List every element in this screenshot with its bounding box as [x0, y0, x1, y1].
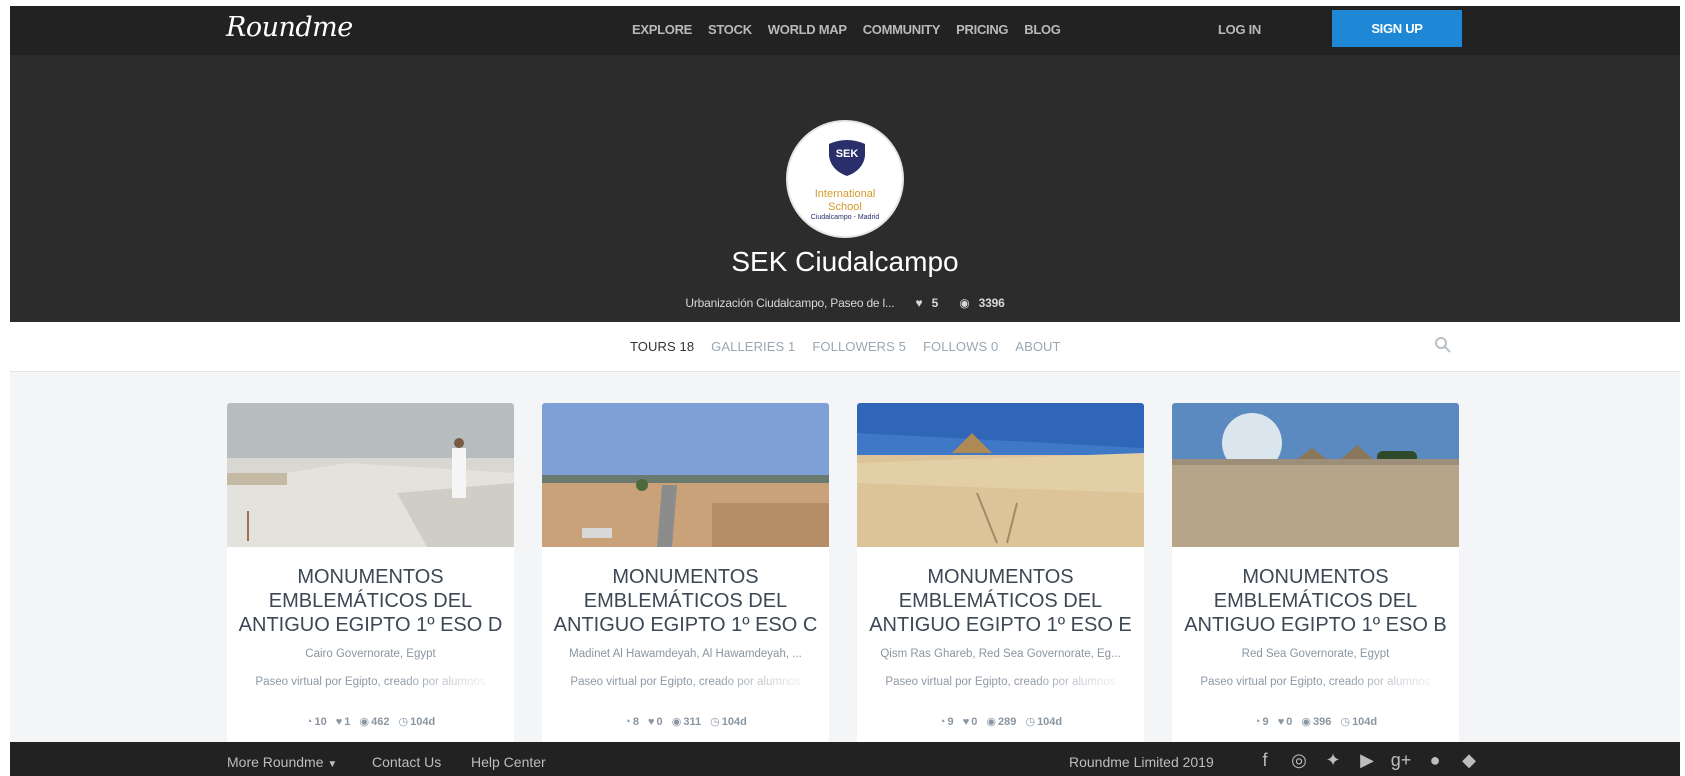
tour-thumbnail[interactable]: [1172, 403, 1459, 547]
tour-stats: ◔ 10 ♥ 1 ◉ 462 ◷ 104d: [305, 716, 436, 728]
caret-down-icon: ▼: [327, 759, 338, 770]
profile-tabs-bar: TOURS 18 GALLERIES 1 FOLLOWERS 5 FOLLOWS…: [10, 322, 1680, 372]
heart-icon: ♥: [915, 296, 923, 310]
nav-world-map[interactable]: WORLD MAP: [768, 22, 847, 37]
profile-meta: Urbanización Ciudalcampo, Paseo de l... …: [10, 296, 1680, 310]
tab-followers[interactable]: FOLLOWERS 5: [812, 339, 906, 354]
tour-location: Madinet Al Hawamdeyah, Al Hawamdeyah, ..…: [569, 648, 802, 660]
eye-icon: ◉: [1301, 716, 1312, 728]
tour-thumbnail[interactable]: [227, 403, 514, 547]
eye-icon: ◉: [959, 296, 970, 310]
tab-follows[interactable]: FOLLOWS 0: [923, 339, 998, 354]
tour-title[interactable]: MONUMENTOS EMBLEMÁTICOS DEL ANTIGUO EGIP…: [235, 565, 506, 637]
eye-icon: ◉: [359, 716, 370, 728]
main-nav: EXPLORE STOCK WORLD MAP COMMUNITY PRICIN…: [632, 22, 1061, 37]
android-icon[interactable]: ◆: [1458, 750, 1480, 771]
nav-stock[interactable]: STOCK: [708, 22, 752, 37]
profile-likes: ♥ 5: [915, 296, 939, 310]
more-roundme-dropdown[interactable]: More Roundme ▼: [227, 754, 337, 770]
tour-title[interactable]: MONUMENTOS EMBLEMÁTICOS DEL ANTIGUO EGIP…: [865, 565, 1136, 637]
tour-thumbnail[interactable]: [542, 403, 829, 547]
tour-card[interactable]: MONUMENTOS EMBLEMÁTICOS DEL ANTIGUO EGIP…: [857, 403, 1144, 763]
profile-avatar: SEK International School Ciudalcampo - Ma…: [786, 120, 904, 238]
tour-title[interactable]: MONUMENTOS EMBLEMÁTICOS DEL ANTIGUO EGIP…: [1180, 565, 1451, 637]
profile-views: ◉ 3396: [959, 296, 1005, 310]
tab-about[interactable]: ABOUT: [1015, 339, 1060, 354]
school-crest-icon: SEK: [829, 140, 865, 176]
panorama-icon: ◔: [1253, 716, 1261, 728]
tour-card[interactable]: MONUMENTOS EMBLEMÁTICOS DEL ANTIGUO EGIP…: [1172, 403, 1459, 763]
tab-galleries[interactable]: GALLERIES 1: [711, 339, 795, 354]
heart-icon: ♥: [962, 716, 970, 728]
nav-blog[interactable]: BLOG: [1024, 22, 1061, 37]
panorama-icon: ◔: [305, 716, 313, 728]
heart-icon: ♥: [648, 716, 655, 728]
nav-explore[interactable]: EXPLORE: [632, 22, 692, 37]
instagram-icon[interactable]: ◎: [1288, 750, 1310, 771]
tour-description: Paseo virtual por Egipto, creado por alu…: [550, 676, 821, 688]
tour-card[interactable]: MONUMENTOS EMBLEMÁTICOS DEL ANTIGUO EGIP…: [227, 403, 514, 763]
copyright-text: Roundme Limited 2019: [1069, 754, 1214, 770]
login-link[interactable]: LOG IN: [1218, 22, 1261, 37]
tour-description: Paseo virtual por Egipto, creado por alu…: [235, 676, 506, 688]
tour-location: Cairo Governorate, Egypt: [305, 648, 436, 660]
eye-icon: ◉: [671, 716, 682, 728]
nav-pricing[interactable]: PRICING: [956, 22, 1008, 37]
nav-community[interactable]: COMMUNITY: [863, 22, 941, 37]
profile-header: SEK International School Ciudalcampo - Ma…: [10, 55, 1680, 322]
eye-icon: ◉: [986, 716, 997, 728]
youtube-icon[interactable]: ▶: [1356, 750, 1378, 771]
google-plus-icon[interactable]: g+: [1390, 750, 1412, 771]
clock-icon: ◷: [1340, 716, 1351, 728]
heart-icon: ♥: [335, 716, 343, 728]
tour-description: Paseo virtual por Egipto, creado por alu…: [865, 676, 1136, 688]
top-navigation-bar: Roundme EXPLORE STOCK WORLD MAP COMMUNIT…: [10, 6, 1680, 55]
tour-stats: ◔ 9 ♥ 0 ◉ 396 ◷ 104d: [1253, 716, 1378, 728]
tour-card[interactable]: MONUMENTOS EMBLEMÁTICOS DEL ANTIGUO EGIP…: [542, 403, 829, 763]
tour-stats: ◔ 8 ♥ 0 ◉ 311 ◷ 104d: [624, 716, 747, 728]
school-logo-subtext: Ciudalcampo - Madrid: [810, 214, 880, 221]
school-logo-text: International School: [814, 188, 876, 213]
search-icon[interactable]: [1434, 336, 1452, 354]
profile-address: Urbanización Ciudalcampo, Paseo de l...: [685, 296, 895, 310]
apple-icon[interactable]: ●: [1424, 750, 1446, 771]
footer-bar: More Roundme ▼ Contact Us Help Center Ro…: [10, 742, 1680, 776]
panorama-icon: ◔: [938, 716, 946, 728]
tour-description: Paseo virtual por Egipto, creado por alu…: [1180, 676, 1451, 688]
contact-us-link[interactable]: Contact Us: [372, 754, 441, 770]
help-center-link[interactable]: Help Center: [471, 754, 546, 770]
clock-icon: ◷: [1025, 716, 1036, 728]
tour-title[interactable]: MONUMENTOS EMBLEMÁTICOS DEL ANTIGUO EGIP…: [550, 565, 821, 637]
facebook-icon[interactable]: f: [1254, 750, 1276, 771]
tour-location: Red Sea Governorate, Egypt: [1241, 648, 1390, 660]
clock-icon: ◷: [398, 716, 409, 728]
signup-button[interactable]: SIGN UP: [1332, 10, 1462, 47]
profile-name: SEK Ciudalcampo: [731, 246, 959, 277]
heart-icon: ♥: [1277, 716, 1285, 728]
twitter-icon[interactable]: ✦: [1322, 750, 1344, 771]
social-links: f ◎ ✦ ▶ g+ ● ◆: [1254, 750, 1480, 771]
clock-icon: ◷: [710, 716, 720, 728]
tour-grid: MONUMENTOS EMBLEMÁTICOS DEL ANTIGUO EGIP…: [227, 403, 1459, 763]
panorama-icon: ◔: [624, 716, 631, 728]
profile-tabs: TOURS 18 GALLERIES 1 FOLLOWERS 5 FOLLOWS…: [630, 339, 1061, 354]
page-frame: Roundme EXPLORE STOCK WORLD MAP COMMUNIT…: [10, 6, 1680, 776]
roundme-logo[interactable]: Roundme: [226, 12, 353, 43]
tour-location: Qism Ras Ghareb, Red Sea Governorate, Eg…: [880, 648, 1121, 660]
svg-text:SEK: SEK: [836, 148, 859, 160]
tour-thumbnail[interactable]: [857, 403, 1144, 547]
tour-stats: ◔ 9 ♥ 0 ◉ 289 ◷ 104d: [938, 716, 1063, 728]
tab-tours[interactable]: TOURS 18: [630, 339, 694, 354]
